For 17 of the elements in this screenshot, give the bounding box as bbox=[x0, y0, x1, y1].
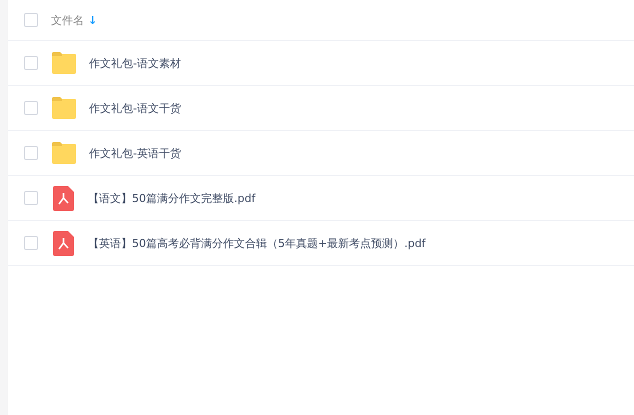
file-name[interactable]: 【语文】50篇满分作文完整版.pdf bbox=[88, 190, 256, 206]
checkbox[interactable] bbox=[24, 236, 38, 250]
pdf-file-icon bbox=[53, 230, 74, 256]
file-name[interactable]: 作文礼包-语文素材 bbox=[89, 56, 181, 70]
file-name[interactable]: 作文礼包-语文干货 bbox=[89, 100, 181, 116]
checkbox[interactable] bbox=[24, 101, 38, 115]
checkbox[interactable] bbox=[24, 191, 38, 205]
checkbox[interactable] bbox=[24, 146, 38, 160]
folder-icon bbox=[51, 142, 77, 164]
pdf-file-icon bbox=[53, 186, 74, 210]
file-name[interactable]: 作文礼包-英语干货 bbox=[89, 146, 181, 160]
column-header[interactable]: 文件名 bbox=[51, 12, 84, 28]
checkbox[interactable] bbox=[24, 13, 38, 27]
folder-icon bbox=[51, 97, 77, 119]
folder-icon bbox=[51, 52, 77, 74]
file-name[interactable]: 【英语】50篇高考必背满分作文合辑（5年真题+最新考点预测）.pdf bbox=[88, 236, 426, 250]
checkbox[interactable] bbox=[24, 56, 38, 70]
